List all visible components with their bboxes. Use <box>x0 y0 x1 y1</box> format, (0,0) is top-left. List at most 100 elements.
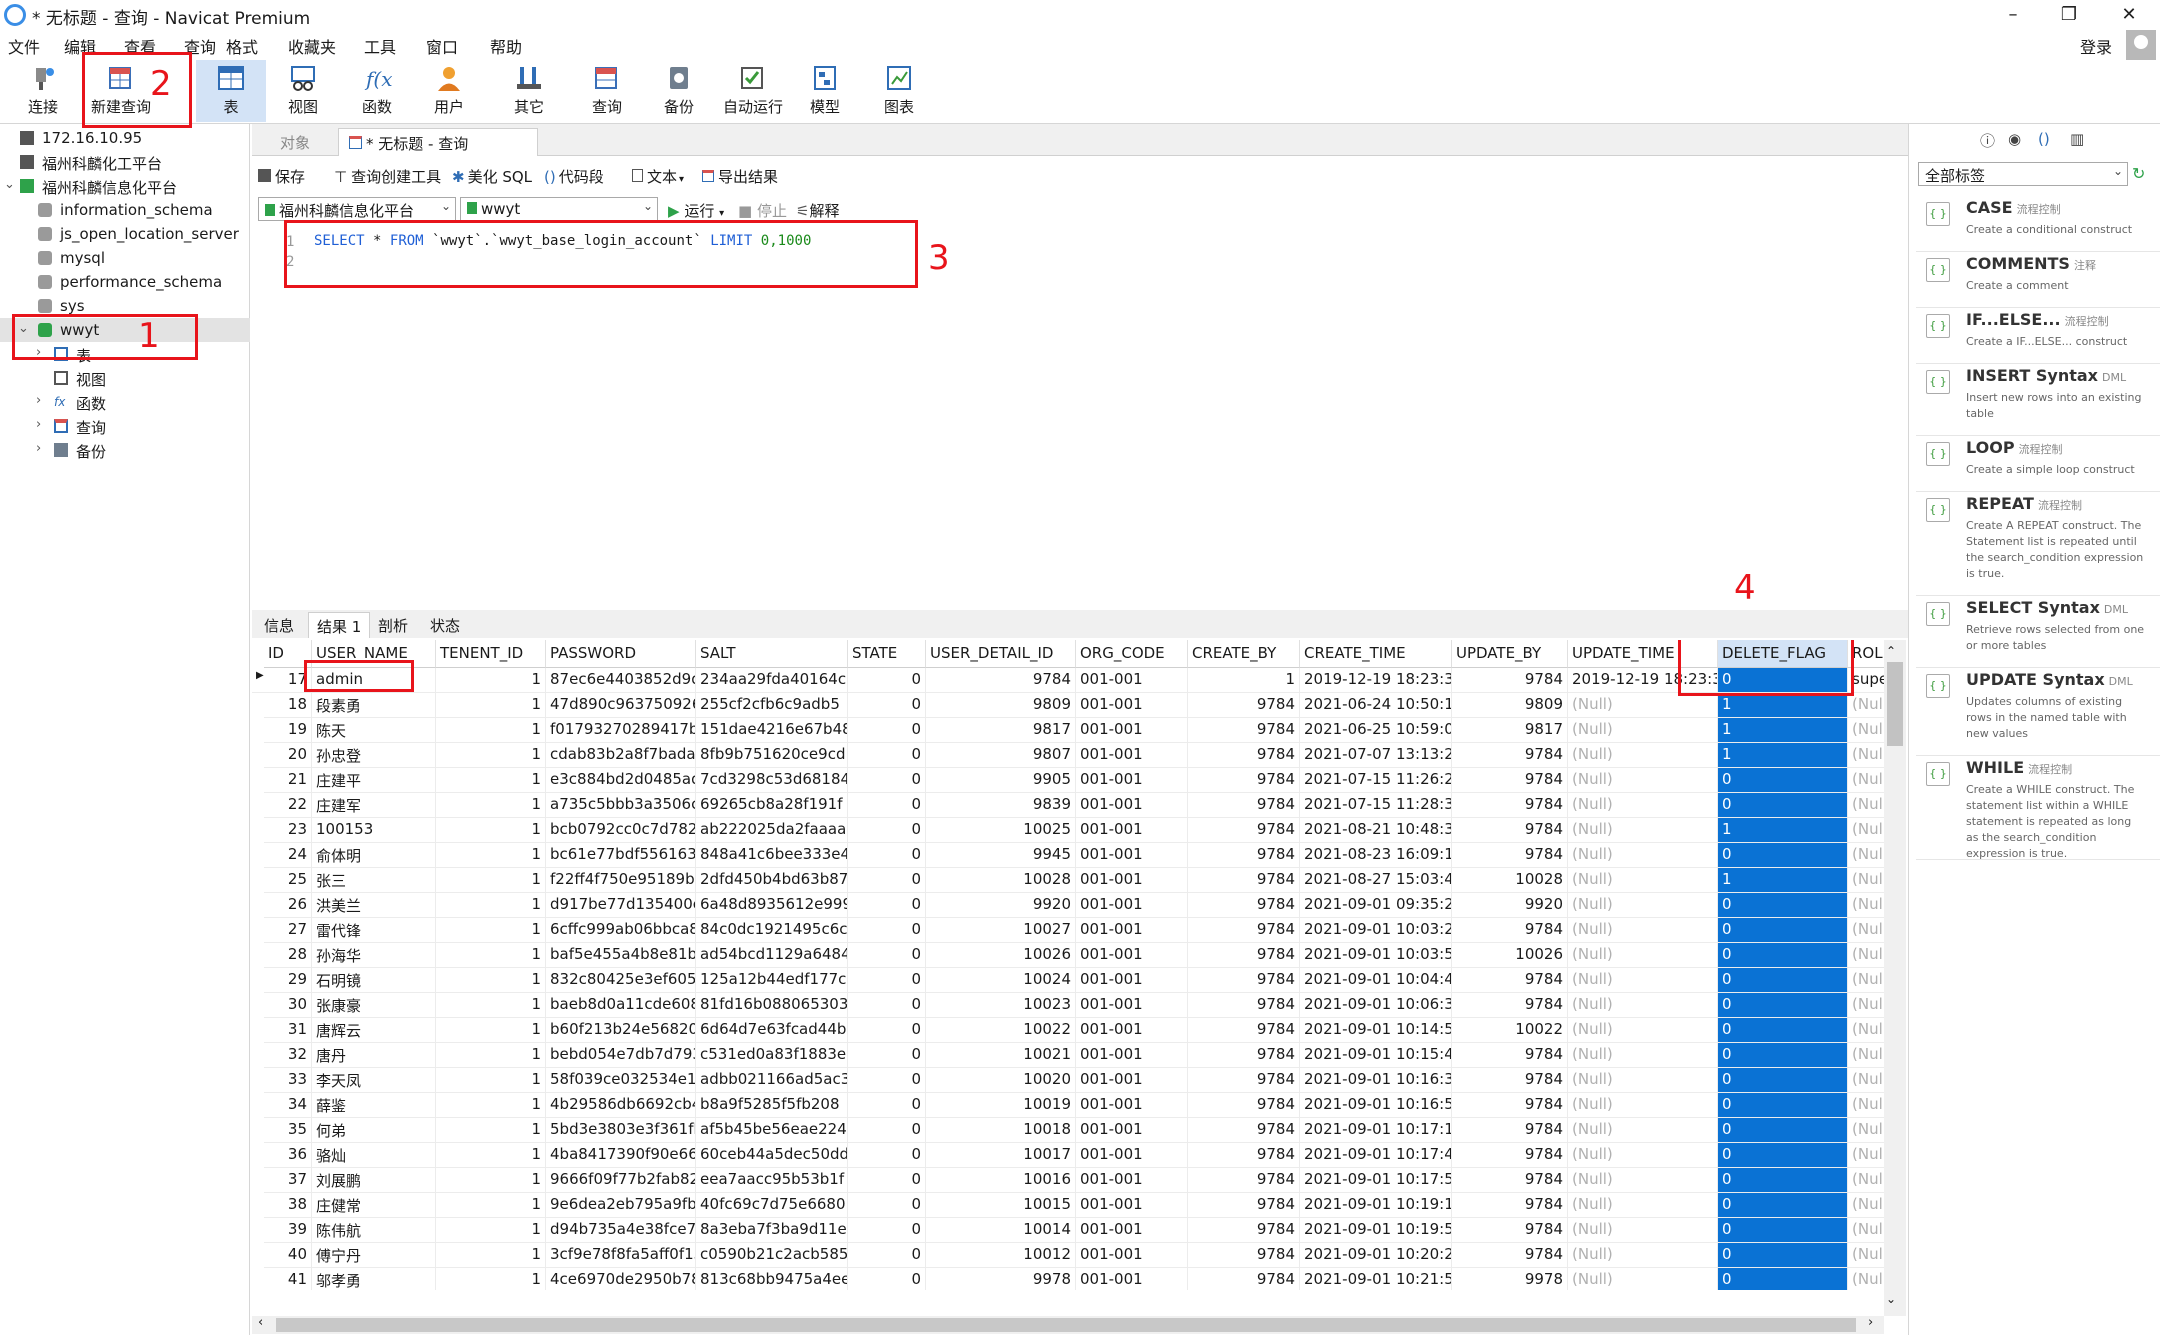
table-cell-salt[interactable]: c531ed0a83f1883e <box>696 1043 848 1068</box>
table-cell-create-by[interactable]: 9784 <box>1188 968 1300 993</box>
table-cell-user-detail-id[interactable]: 9978 <box>926 1268 1076 1290</box>
table-cell-id[interactable]: 39 <box>264 1218 312 1243</box>
table-cell-org-code[interactable]: 001-001 <box>1076 668 1188 693</box>
table-cell-create-by[interactable]: 9784 <box>1188 743 1300 768</box>
table-cell-user-detail-id[interactable]: 10025 <box>926 818 1076 843</box>
table-cell-state[interactable]: 0 <box>848 1143 926 1168</box>
table-cell-create-by[interactable]: 9784 <box>1188 1193 1300 1218</box>
table-cell-password[interactable]: baf5e455a4b8e81bc <box>546 943 696 968</box>
table-cell-user-detail-id[interactable]: 9784 <box>926 668 1076 693</box>
table-cell-org-code[interactable]: 001-001 <box>1076 1268 1188 1290</box>
table-cell-delete-flag[interactable]: 1 <box>1718 868 1848 893</box>
table-cell-create-by[interactable]: 1 <box>1188 668 1300 693</box>
table-cell-role[interactable]: (Null) <box>1848 1143 1884 1168</box>
table-cell-salt[interactable]: b8a9f5285f5fb208 <box>696 1093 848 1118</box>
table-cell-salt[interactable]: 69265cb8a28f191f <box>696 793 848 818</box>
table-cell-update-by[interactable]: 9784 <box>1452 968 1568 993</box>
table-cell-update-by[interactable]: 9784 <box>1452 918 1568 943</box>
table-cell-delete-flag[interactable]: 0 <box>1718 968 1848 993</box>
table-cell-update-by[interactable]: 10028 <box>1452 868 1568 893</box>
tree-item-information-schema[interactable]: information_schema <box>0 198 250 222</box>
info-icon[interactable]: ⓘ <box>1980 130 1995 151</box>
table-cell-state[interactable]: 0 <box>848 743 926 768</box>
table-cell-delete-flag[interactable]: 0 <box>1718 768 1848 793</box>
table-cell-salt[interactable]: ab222025da2faaaa <box>696 818 848 843</box>
table-cell-user-detail-id[interactable]: 10024 <box>926 968 1076 993</box>
table-cell-id[interactable]: 20 <box>264 743 312 768</box>
table-cell-delete-flag[interactable]: 0 <box>1718 843 1848 868</box>
table-cell-tenent-id[interactable]: 1 <box>436 1193 546 1218</box>
tree-item-views[interactable]: 视图 <box>0 366 250 390</box>
table-cell-create-time[interactable]: 2021-09-01 10:03:23 <box>1300 918 1452 943</box>
table-cell-update-by[interactable]: 10022 <box>1452 1018 1568 1043</box>
table-cell-create-time[interactable]: 2021-09-01 10:16:30 <box>1300 1068 1452 1093</box>
table-cell-delete-flag[interactable]: 0 <box>1718 993 1848 1018</box>
table-cell-update-time[interactable]: (Null) <box>1568 993 1718 1018</box>
table-cell-role[interactable]: (Null) <box>1848 1168 1884 1193</box>
table-cell-state[interactable]: 0 <box>848 918 926 943</box>
table-cell-user-detail-id[interactable]: 9807 <box>926 743 1076 768</box>
table-cell-update-by[interactable]: 10026 <box>1452 943 1568 968</box>
explain-button[interactable]: ⚟解释 <box>796 200 839 221</box>
table-cell-state[interactable]: 0 <box>848 1218 926 1243</box>
table-row[interactable]: 36 骆灿 1 4ba8417390f90e668 60ceb44a5dec50dd 0 1… <box>252 1143 1884 1168</box>
table-cell-create-by[interactable]: 9784 <box>1188 718 1300 743</box>
table-cell-password[interactable]: 58f039ce032534e17 <box>546 1068 696 1093</box>
table-cell-org-code[interactable]: 001-001 <box>1076 1193 1188 1218</box>
table-cell-tenent-id[interactable]: 1 <box>436 993 546 1018</box>
table-row[interactable]: 29 石明镜 1 832c80425e3ef6059 125a12b44edf177c 0… <box>252 968 1884 993</box>
table-row[interactable]: 31 唐辉云 1 b60f213b24e56820 6d64d7e63fcad44b 0 1… <box>252 1018 1884 1043</box>
tree-item-info-platform[interactable]: ⌄ 福州科麟信息化平台 <box>0 174 250 198</box>
table-cell-delete-flag[interactable]: 1 <box>1718 693 1848 718</box>
table-cell-update-by[interactable]: 9784 <box>1452 793 1568 818</box>
table-cell-delete-flag[interactable]: 0 <box>1718 1218 1848 1243</box>
table-cell-state[interactable]: 0 <box>848 1118 926 1143</box>
table-cell-tenent-id[interactable]: 1 <box>436 768 546 793</box>
tab-untitled-query[interactable]: * 无标题 - 查询 <box>338 128 538 156</box>
table-cell-state[interactable]: 0 <box>848 1068 926 1093</box>
table-cell-update-time[interactable]: (Null) <box>1568 693 1718 718</box>
table-cell-create-by[interactable]: 9784 <box>1188 843 1300 868</box>
tree-item-host[interactable]: 172.16.10.95 <box>0 126 250 150</box>
view-button[interactable]: 视图 <box>268 60 338 122</box>
column-header[interactable]: USER_DETAIL_ID <box>926 640 1076 668</box>
user-button[interactable]: 用户 <box>414 60 484 122</box>
table-cell-tenent-id[interactable]: 1 <box>436 1018 546 1043</box>
table-cell-salt[interactable]: 81fd16b088065303 <box>696 993 848 1018</box>
table-cell-user-name[interactable]: 孙忠登 <box>312 743 436 768</box>
table-cell-org-code[interactable]: 001-001 <box>1076 1068 1188 1093</box>
table-cell-user-detail-id[interactable]: 10016 <box>926 1168 1076 1193</box>
table-cell-update-by[interactable]: 9817 <box>1452 718 1568 743</box>
table-cell-user-detail-id[interactable]: 9839 <box>926 793 1076 818</box>
table-cell-create-time[interactable]: 2021-09-01 10:17:55 <box>1300 1168 1452 1193</box>
table-cell-create-by[interactable]: 9784 <box>1188 768 1300 793</box>
table-cell-tenent-id[interactable]: 1 <box>436 868 546 893</box>
table-cell-update-by[interactable]: 9784 <box>1452 1243 1568 1268</box>
table-cell-org-code[interactable]: 001-001 <box>1076 893 1188 918</box>
table-cell-password[interactable]: 47d890c963750926 <box>546 693 696 718</box>
table-cell-salt[interactable]: c0590b21c2acb5859 <box>696 1243 848 1268</box>
table-cell-state[interactable]: 0 <box>848 818 926 843</box>
tab-profile[interactable]: 剖析 <box>370 612 416 638</box>
connection-select[interactable]: 福州科麟信息化平台 ⌄ <box>258 197 456 221</box>
table-cell-role[interactable]: (Null) <box>1848 1093 1884 1118</box>
table-cell-org-code[interactable]: 001-001 <box>1076 868 1188 893</box>
backup-button[interactable]: 备份 <box>644 60 714 122</box>
other-button[interactable]: 其它 <box>494 60 564 122</box>
table-cell-salt[interactable]: 848a41c6bee333e4 <box>696 843 848 868</box>
table-cell-delete-flag[interactable]: 0 <box>1718 1243 1848 1268</box>
table-cell-role[interactable]: (Null) <box>1848 1118 1884 1143</box>
table-cell-role[interactable]: (Null) <box>1848 1043 1884 1068</box>
table-row[interactable]: 37 刘展鹏 1 9666f09f77b2fab821 eea7aacc95b53b1f… <box>252 1168 1884 1193</box>
table-cell-role[interactable]: (Null) <box>1848 693 1884 718</box>
table-cell-user-name[interactable]: 刘展鹏 <box>312 1168 436 1193</box>
table-cell-state[interactable]: 0 <box>848 843 926 868</box>
table-cell-user-detail-id[interactable]: 10020 <box>926 1068 1076 1093</box>
table-cell-password[interactable]: bcb0792cc0c7d7821 <box>546 818 696 843</box>
table-cell-role[interactable]: (Null) <box>1848 843 1884 868</box>
table-cell-create-by[interactable]: 9784 <box>1188 1143 1300 1168</box>
table-row[interactable]: 38 庄健常 1 9e6dea2eb795a9fb5 40fc69c7d75e6680 0… <box>252 1193 1884 1218</box>
table-cell-salt[interactable]: 813c68bb9475a4ee <box>696 1268 848 1290</box>
table-cell-update-by[interactable]: 9784 <box>1452 1168 1568 1193</box>
table-cell-delete-flag[interactable]: 0 <box>1718 1043 1848 1068</box>
